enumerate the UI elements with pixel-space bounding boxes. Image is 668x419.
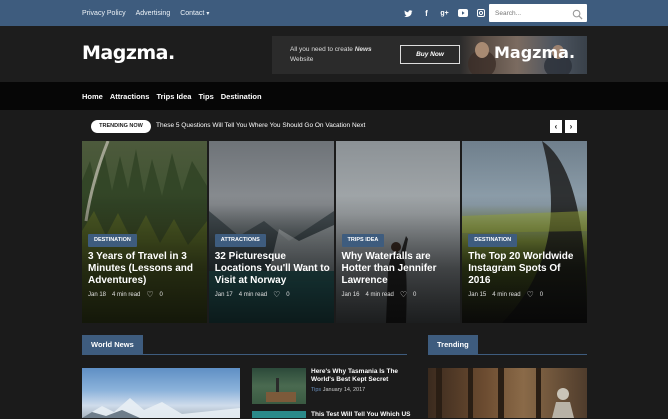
world-news-header: World News: [82, 335, 407, 355]
trending-headline[interactable]: These 5 Questions Will Tell You Where Yo…: [156, 122, 365, 129]
card-date: Jan 17: [214, 291, 233, 298]
card-date: Jan 18: [88, 291, 107, 298]
heart-icon[interactable]: ♡: [400, 290, 407, 299]
card-meta: Jan 15 4 min read ♡ 0: [468, 290, 543, 299]
trending-ticker: TRENDING NOW These 5 Questions Will Tell…: [82, 118, 587, 134]
featured-card[interactable]: DESTINATION The Top 20 Worldwide Instagr…: [462, 141, 587, 323]
card-category-badge[interactable]: TRIPS IDEA: [341, 234, 385, 247]
heart-icon[interactable]: ♡: [273, 290, 280, 299]
card-likes: 0: [286, 291, 290, 298]
chevron-down-icon: ▾: [206, 10, 210, 17]
list-item-thumbnail: [252, 368, 306, 404]
top-bar: Privacy Policy Advertising Contact ▾ f g+: [0, 0, 668, 26]
header-ad-banner[interactable]: All you need to create News Website Buy …: [272, 36, 587, 78]
trending-section-header: Trending: [428, 335, 587, 355]
google-plus-icon[interactable]: g+: [440, 9, 449, 18]
ad-logo: Magzma.: [494, 43, 576, 62]
ad-text-bold: News: [354, 46, 372, 53]
card-likes: 0: [413, 291, 417, 298]
featured-cards: DESTINATION 3 Years of Travel in 3 Minut…: [82, 141, 587, 323]
world-news-main-image[interactable]: [82, 368, 240, 418]
world-news-label[interactable]: World News: [82, 335, 143, 355]
nav-item-attractions[interactable]: Attractions: [110, 92, 150, 101]
card-title[interactable]: Why Waterfalls are Hotter than Jennifer …: [342, 251, 457, 287]
top-link-contact-label: Contact: [180, 9, 205, 17]
nav-item-destination[interactable]: Destination: [221, 92, 262, 101]
card-title[interactable]: 3 Years of Travel in 3 Minutes (Lessons …: [88, 251, 203, 287]
site-logo[interactable]: Magzma.: [82, 42, 175, 64]
card-title[interactable]: 32 Picturesque Locations You'll Want to …: [215, 251, 330, 287]
card-read-time: 4 min read: [112, 291, 141, 298]
twitter-icon[interactable]: [404, 9, 413, 18]
buy-now-button[interactable]: Buy Now: [400, 45, 460, 64]
card-meta: Jan 17 4 min read ♡ 0: [215, 290, 290, 299]
ticker-prev-button[interactable]: ‹: [550, 120, 562, 133]
top-link-privacy[interactable]: Privacy Policy: [82, 10, 126, 17]
card-date: Jan 16: [341, 291, 360, 298]
featured-card[interactable]: ATTRACTIONS 32 Picturesque Locations You…: [208, 141, 334, 323]
list-item-date: January 14, 2017: [322, 387, 366, 393]
card-title[interactable]: The Top 20 Worldwide Instagram Spots Of …: [468, 251, 583, 287]
top-link-contact[interactable]: Contact ▾: [180, 10, 209, 17]
card-category-badge[interactable]: DESTINATION: [468, 234, 518, 247]
search-box: [489, 4, 587, 22]
card-read-time: 4 min read: [492, 291, 521, 298]
nav-list: Home Attractions Trips Idea Tips Destina…: [82, 82, 262, 110]
list-item-thumbnail: [252, 411, 306, 418]
search-input[interactable]: [489, 4, 569, 22]
list-item-title[interactable]: Here's Why Tasmania Is The World's Best …: [311, 368, 411, 384]
trending-main-image[interactable]: [428, 368, 587, 418]
featured-card[interactable]: TRIPS IDEA Why Waterfalls are Hotter tha…: [335, 141, 461, 323]
featured-card[interactable]: DESTINATION 3 Years of Travel in 3 Minut…: [82, 141, 207, 323]
trending-section-label[interactable]: Trending: [428, 335, 478, 355]
card-meta: Jan 16 4 min read ♡ 0: [342, 290, 417, 299]
nav-item-home[interactable]: Home: [82, 92, 103, 101]
top-link-advertising[interactable]: Advertising: [136, 10, 171, 17]
ad-text-prefix: All you need to create: [290, 46, 355, 53]
ticker-next-button[interactable]: ›: [565, 120, 577, 133]
card-date: Jan 15: [468, 291, 487, 298]
list-item[interactable]: This Test Will Tell You Which US: [252, 411, 411, 418]
card-likes: 0: [539, 291, 544, 298]
card-read-time: 4 min read: [365, 291, 394, 298]
ad-text-suffix: Website: [290, 56, 314, 63]
nav-item-trips-idea[interactable]: Trips Idea: [156, 92, 191, 101]
card-category-badge[interactable]: DESTINATION: [88, 234, 137, 247]
facebook-icon[interactable]: f: [422, 9, 431, 18]
list-item-category[interactable]: Tips: [311, 387, 321, 393]
heart-icon[interactable]: ♡: [527, 290, 534, 299]
card-likes: 0: [159, 291, 163, 298]
search-icon[interactable]: [572, 7, 583, 25]
card-meta: Jan 18 4 min read ♡ 0: [88, 290, 163, 299]
ad-text: All you need to create News Website: [290, 45, 380, 65]
instagram-icon[interactable]: [476, 8, 485, 18]
trending-label: TRENDING NOW: [91, 120, 151, 133]
list-item-meta: Tips January 14, 2017: [311, 387, 365, 393]
heart-icon[interactable]: ♡: [146, 290, 153, 299]
list-item[interactable]: Here's Why Tasmania Is The World's Best …: [252, 368, 407, 404]
social-icons: f g+: [404, 0, 485, 26]
card-read-time: 4 min read: [238, 291, 268, 298]
youtube-icon[interactable]: [458, 8, 468, 18]
top-links: Privacy Policy Advertising Contact ▾: [82, 0, 209, 26]
card-category-badge[interactable]: ATTRACTIONS: [214, 234, 266, 247]
nav-item-tips[interactable]: Tips: [198, 92, 213, 101]
main-nav: Home Attractions Trips Idea Tips Destina…: [0, 82, 668, 110]
